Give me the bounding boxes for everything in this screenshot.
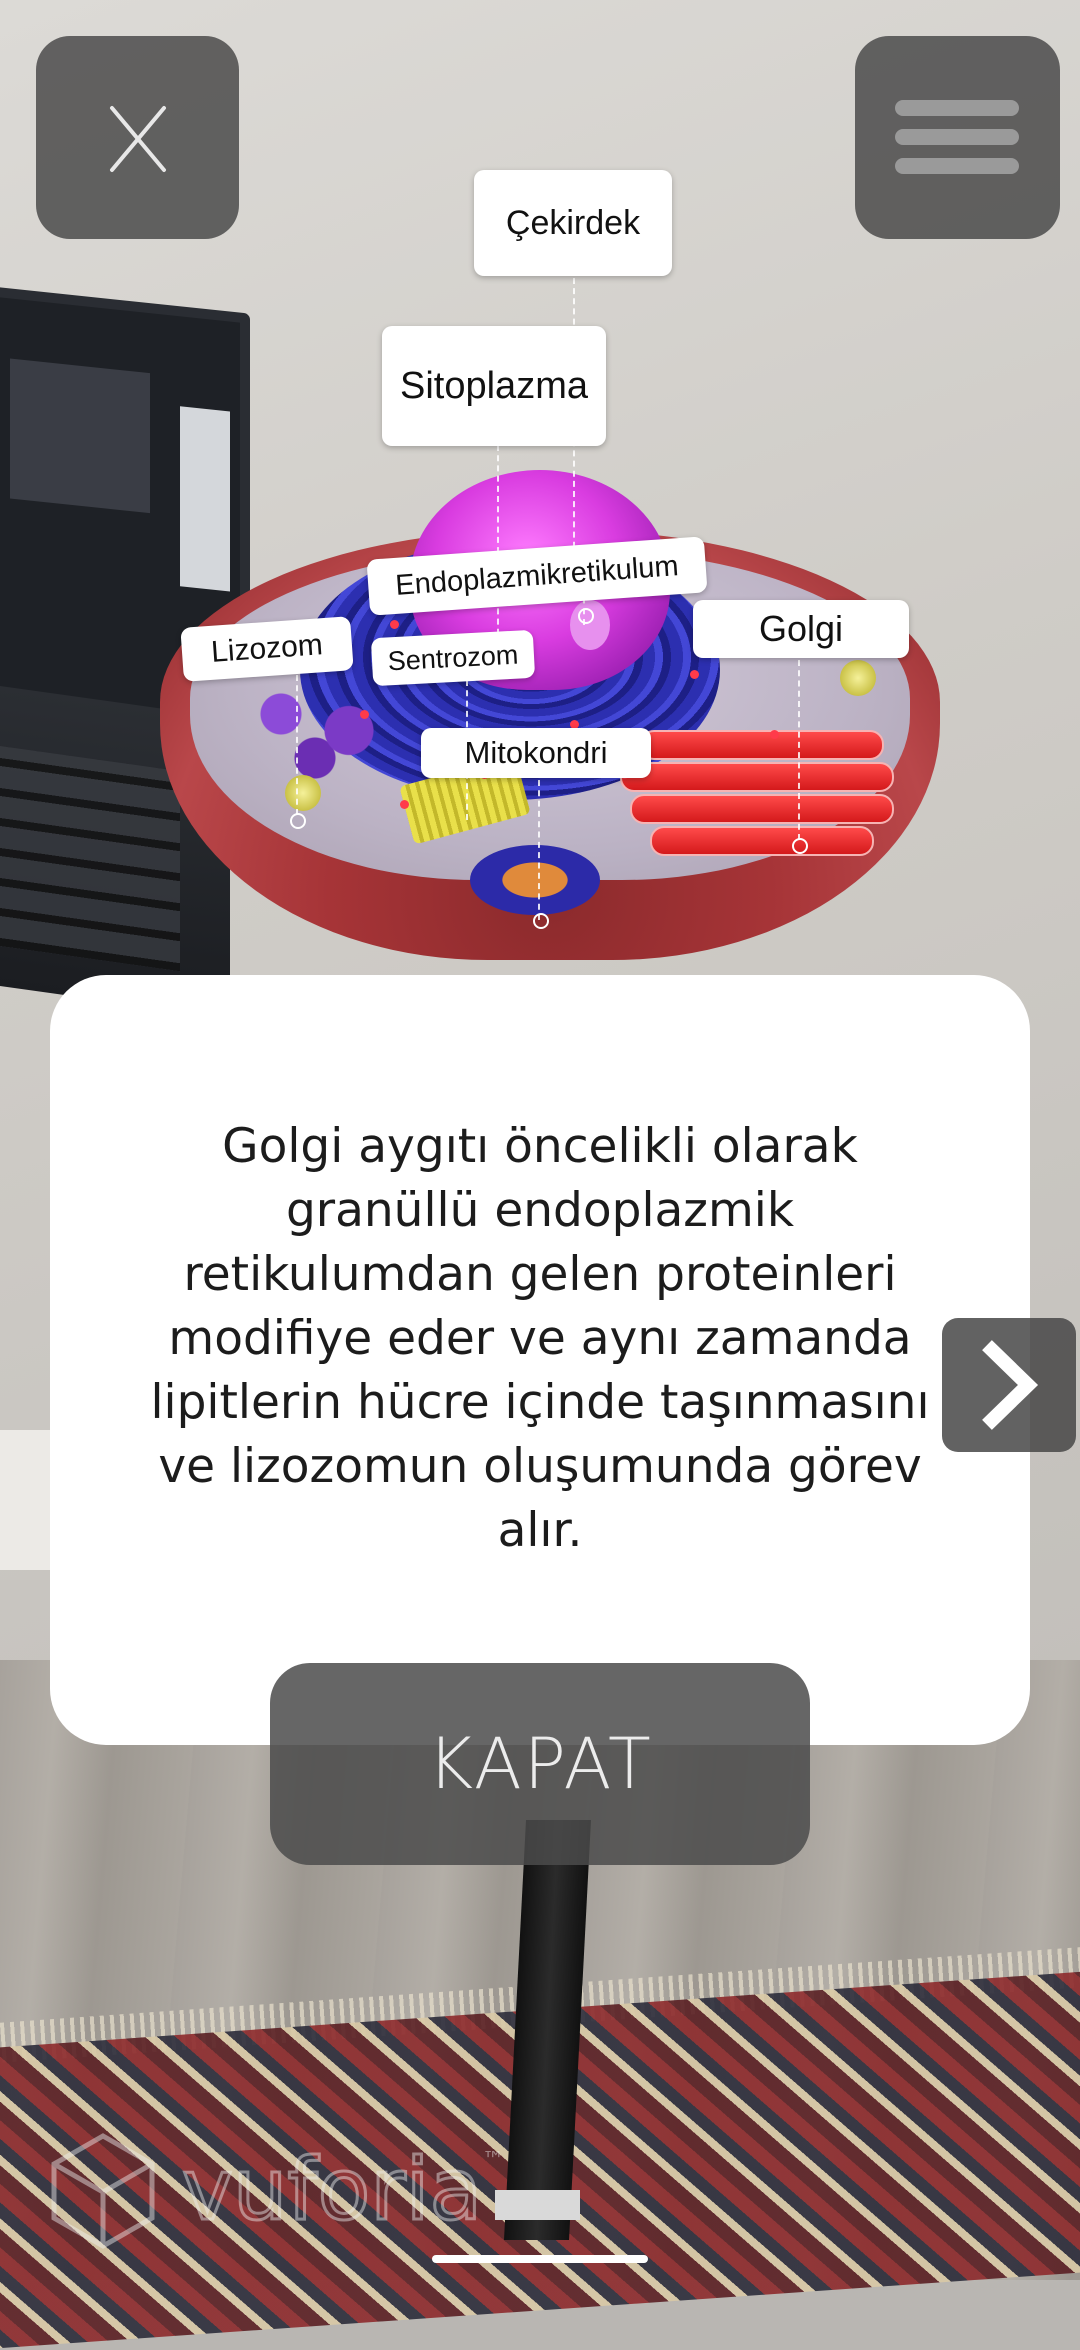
home-indicator[interactable]: [432, 2255, 648, 2263]
golgi-cisterna: [630, 794, 894, 824]
leader-line: [296, 675, 298, 815]
animal-cell-model[interactable]: [150, 470, 950, 970]
anchor-dot: [533, 913, 549, 929]
label-cekirdek[interactable]: Çekirdek: [474, 170, 672, 276]
laptop-window: [10, 358, 150, 514]
vesicle: [840, 660, 876, 696]
close-icon: [110, 106, 166, 172]
close-button[interactable]: [36, 36, 239, 239]
table-foot: [495, 2190, 580, 2220]
leader-line: [497, 445, 499, 645]
ribosome: [390, 620, 399, 629]
ribosome: [770, 730, 779, 739]
info-card: Golgi aygıtı öncelikli olarak granüllü e…: [50, 975, 1030, 1745]
mitochondrion: [470, 845, 600, 915]
anchor-dot: [792, 838, 808, 854]
label-sentrozom[interactable]: Sentrozom: [370, 629, 536, 687]
chevron-right-icon: [982, 1340, 1039, 1430]
ribosome: [690, 670, 699, 679]
vuforia-watermark: vuforia ™: [48, 2130, 504, 2250]
ribosome: [400, 800, 409, 809]
label-golgi[interactable]: Golgi: [693, 600, 909, 658]
menu-button[interactable]: [855, 36, 1060, 239]
vesicle: [285, 775, 321, 811]
vuforia-wordmark: vuforia: [180, 2139, 483, 2242]
leader-line: [538, 780, 540, 920]
label-mitokondri[interactable]: Mitokondri: [421, 728, 651, 778]
kapat-button[interactable]: KAPAT: [270, 1663, 810, 1865]
anchor-dot: [290, 813, 306, 829]
anchor-dot: [578, 608, 594, 624]
golgi-cisterna: [620, 762, 894, 792]
golgi-cisterna: [640, 730, 884, 760]
nucleolus: [570, 600, 610, 650]
leader-line: [798, 660, 800, 840]
trademark-symbol: ™: [482, 2148, 505, 2173]
golgi-cisterna: [650, 826, 874, 856]
hamburger-menu-icon: [895, 100, 1019, 174]
golgi-apparatus: [610, 720, 920, 890]
ribosome: [360, 710, 369, 719]
label-sitoplazma[interactable]: Sitoplazma: [382, 326, 606, 446]
info-description: Golgi aygıtı öncelikli olarak granüllü e…: [150, 1119, 930, 1558]
lysosome: [230, 670, 400, 780]
vuforia-logo-icon: [51, 2133, 155, 2249]
next-button[interactable]: [942, 1318, 1076, 1452]
